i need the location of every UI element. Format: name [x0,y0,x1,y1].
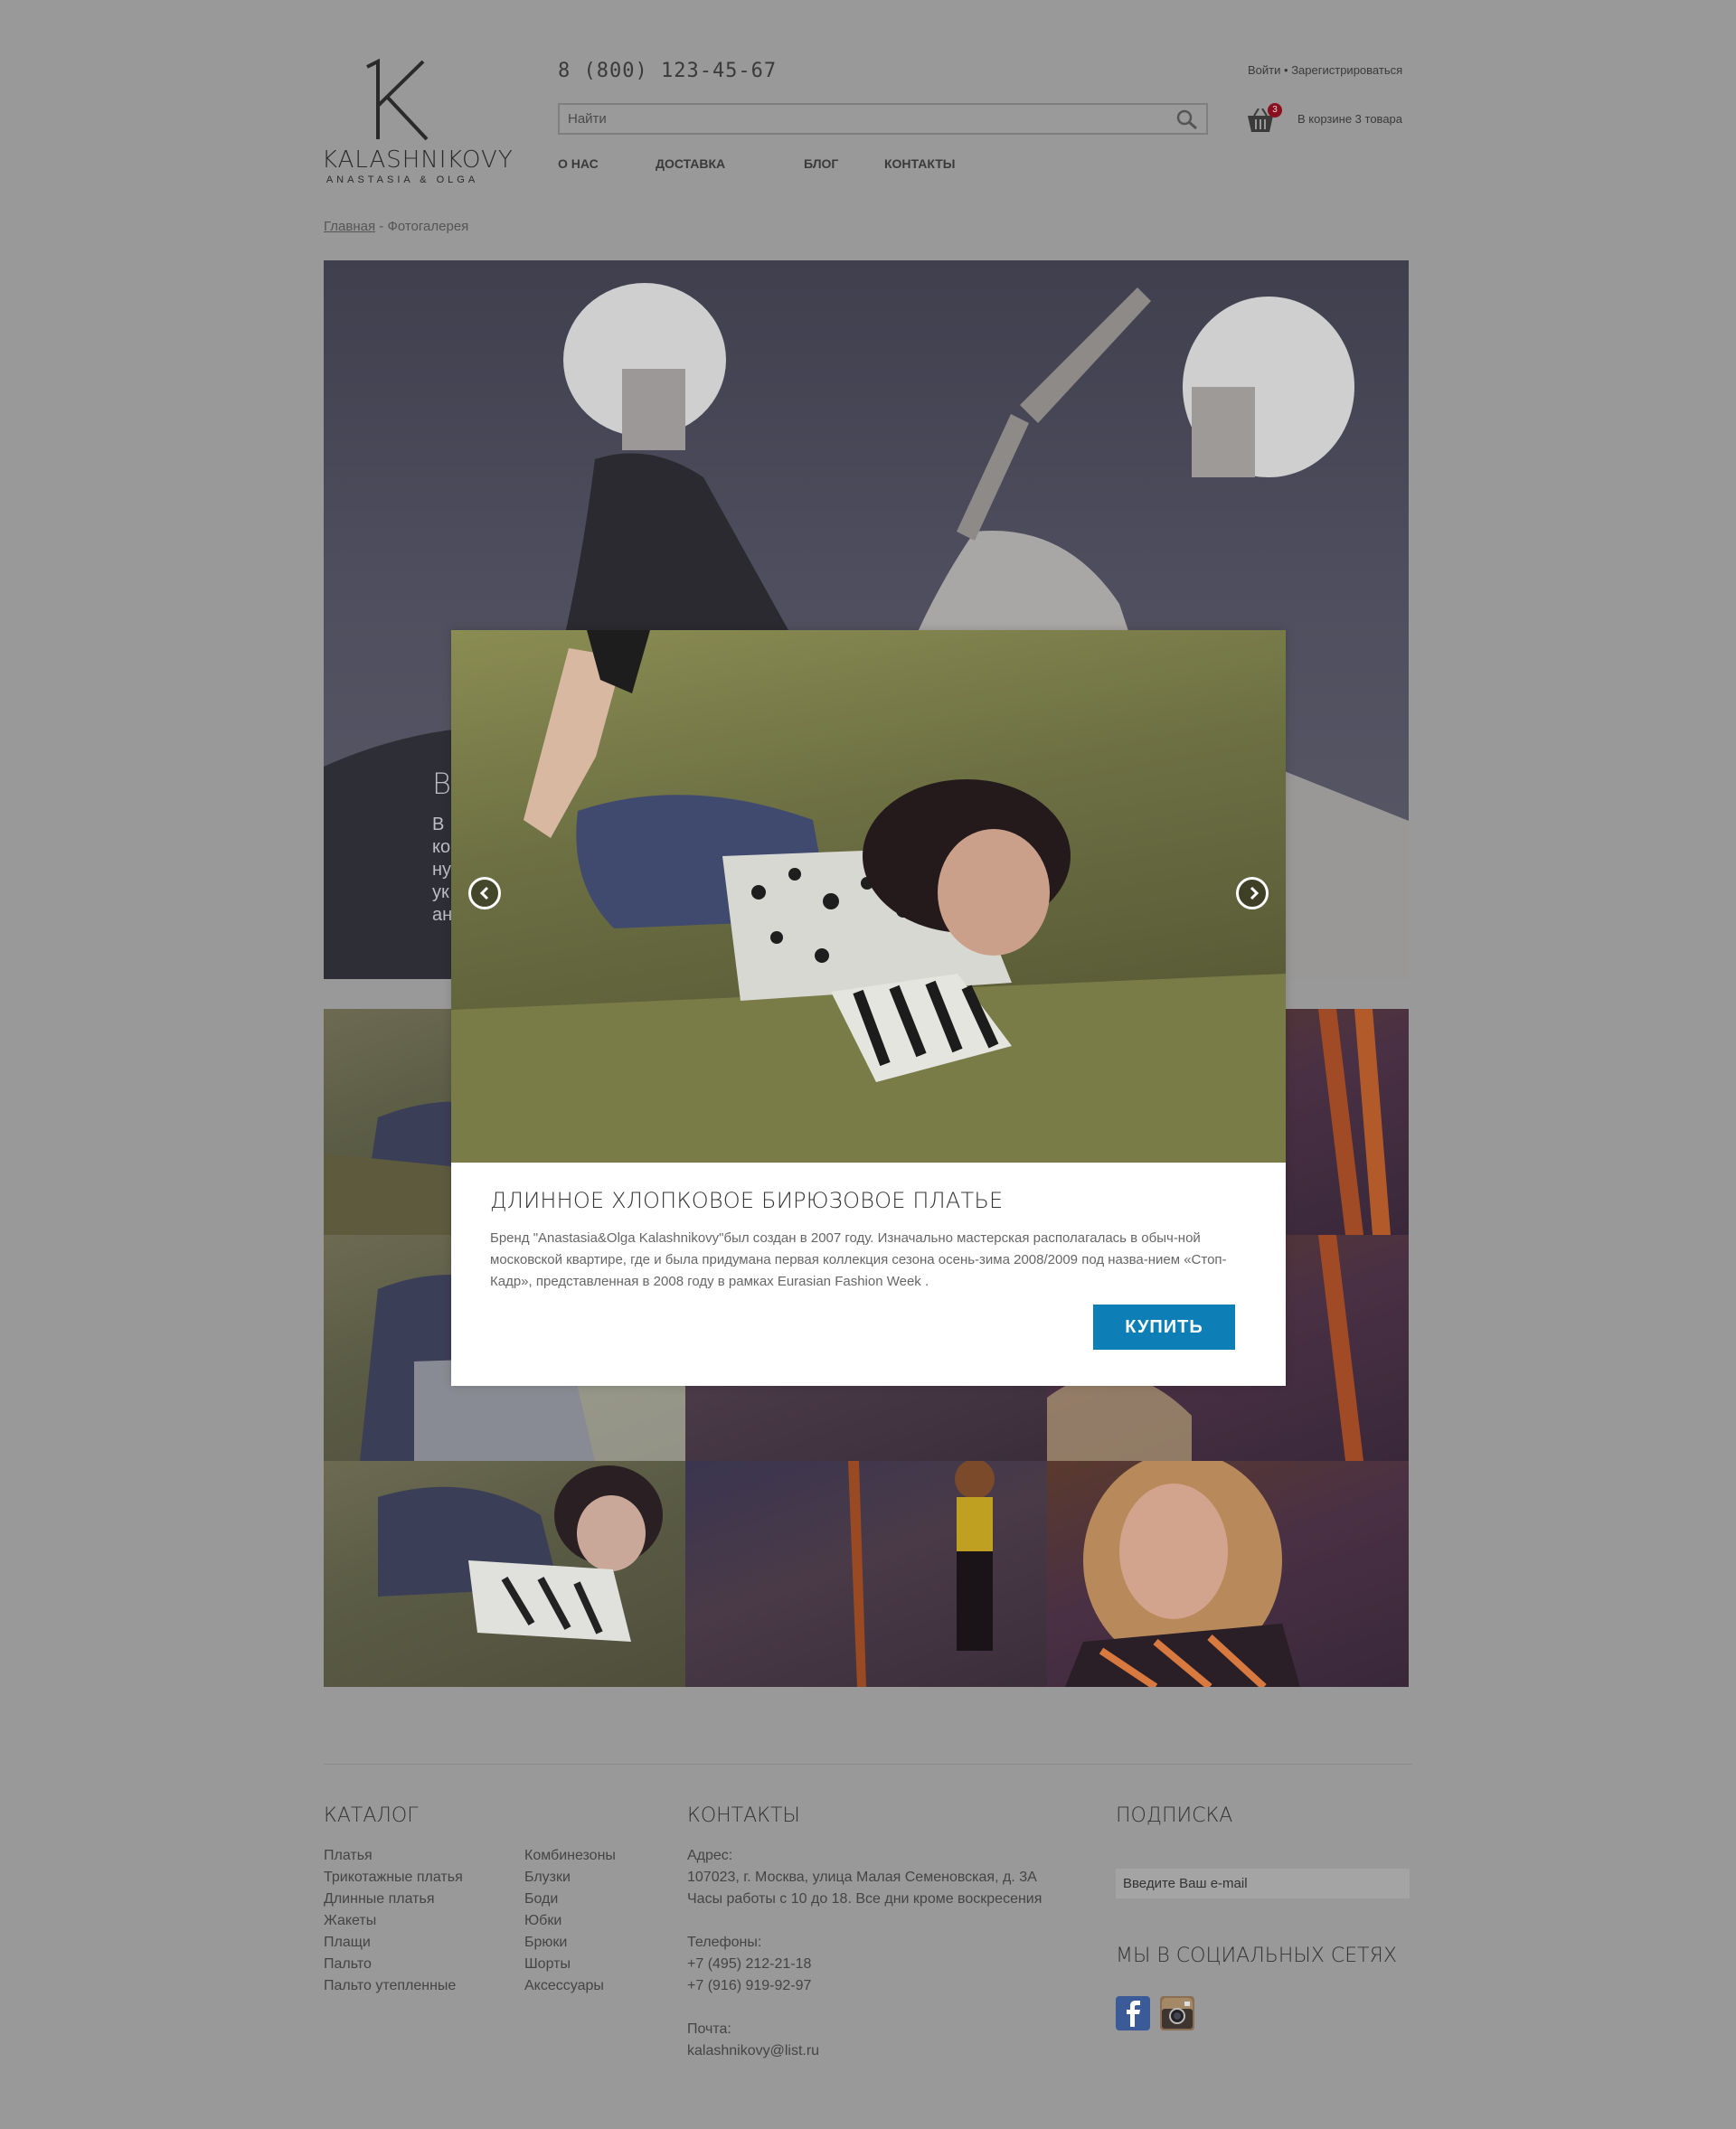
instagram-icon[interactable] [1160,1996,1194,2030]
gallery-thumbnail[interactable] [685,1461,1047,1687]
gallery-thumbnail[interactable] [324,1461,685,1687]
header-phone: 8 (800) 123-45-67 [558,60,778,82]
auth-separator: • [1284,63,1288,77]
contacts-block: Адрес: 107023, г. Москва, улица Малая Се… [687,1845,1042,2062]
nav-blog[interactable]: БЛОГ [804,156,838,171]
social-heading: МЫ В СОЦИАЛЬНЫХ СЕТЯХ [1116,1945,1397,1967]
hero-line: ко [432,837,451,857]
facebook-icon[interactable] [1116,1996,1150,2030]
next-arrow-icon[interactable] [1236,877,1269,909]
catalog-list-2: Комбинезоны Блузки Боди Юбки Брюки Шорты… [524,1845,616,1997]
search-input[interactable] [560,105,1156,133]
catalog-link[interactable]: Боди [524,1889,616,1910]
catalog-link[interactable]: Пальто [324,1954,463,1975]
hero-heading: В [432,767,451,801]
catalog-link[interactable]: Аксессуары [524,1975,616,1997]
register-link[interactable]: Зарегистрироваться [1291,63,1402,77]
subscribe-email-field [1116,1869,1410,1898]
modal-photo [451,630,1286,1163]
nav-delivery[interactable]: ДОСТАВКА [656,156,725,171]
mail-label: Почта: [687,2021,731,2037]
hero-line: ук [432,882,449,902]
hero-line: ну [432,860,452,880]
modal-title: ДЛИННОЕ ХЛОПКОВОЕ БИРЮЗОВОЕ ПЛАТЬЕ [490,1188,1004,1213]
address-label: Адрес: [687,1848,733,1863]
phone-number[interactable]: +7 (495) 212-21-18 [687,1954,1042,1975]
search-icon[interactable] [1175,108,1199,130]
address-line: 107023, г. Москва, улица Малая Семеновск… [687,1870,1037,1885]
breadcrumb-separator: - [379,219,384,234]
logo-subtitle: ANASTASIA & OLGA [326,174,479,185]
catalog-link[interactable]: Шорты [524,1954,616,1975]
logo-k-mark [366,58,429,141]
logo[interactable]: KALASHNIKOVY ANASTASIA & OLGA [322,56,514,192]
login-link[interactable]: Войти [1248,63,1280,77]
auth-links: Войти • Зарегистрироваться [1248,63,1402,77]
prev-arrow-icon[interactable] [468,877,501,909]
hero-text: В В ко ну ук ан [432,767,452,927]
catalog-link[interactable]: Жакеты [324,1910,463,1932]
footer-subscribe-heading: ПОДПИСКА [1116,1804,1233,1827]
catalog-link[interactable]: Комбинезоны [524,1845,616,1867]
hero-line: В [432,815,445,834]
buy-button[interactable]: КУПИТЬ [1093,1305,1235,1350]
catalog-link[interactable]: Брюки [524,1932,616,1954]
catalog-link[interactable]: Блузки [524,1867,616,1889]
breadcrumb: Главная - Фотогалерея [324,219,468,234]
breadcrumb-current: Фотогалерея [387,219,469,234]
catalog-list-1: Платья Трикотажные платья Длинные платья… [324,1845,463,1997]
cart-summary[interactable]: В корзине 3 товара [1297,112,1402,126]
modal-description: Бренд "Anastasia&Olga Kalashnikovy"был с… [490,1230,1227,1289]
mail-link[interactable]: kalashnikovy@list.ru [687,2040,1042,2062]
phones-label: Телефоны: [687,1935,762,1950]
catalog-link[interactable]: Плащи [324,1932,463,1954]
gallery-thumbnail[interactable] [1047,1461,1409,1687]
email-input[interactable] [1116,1869,1410,1898]
product-modal: ДЛИННОЕ ХЛОПКОВОЕ БИРЮЗОВОЕ ПЛАТЬЕ Бренд… [451,630,1286,1386]
catalog-link[interactable]: Платья [324,1845,463,1867]
catalog-link[interactable]: Длинные платья [324,1889,463,1910]
breadcrumb-home[interactable]: Главная [324,219,375,234]
logo-name: KALASHNIKOVY [322,146,514,174]
footer-divider [324,1764,1412,1765]
catalog-link[interactable]: Пальто утепленные [324,1975,463,1997]
nav-about[interactable]: О НАС [558,156,599,171]
footer-catalog-heading: КАТАЛОГ [324,1804,419,1827]
hours-line: Часы работы с 10 до 18. Все дни кроме во… [687,1891,1043,1907]
catalog-link[interactable]: Трикотажные платья [324,1867,463,1889]
cart-icon[interactable]: 3 [1246,103,1282,136]
cart-count-badge: 3 [1268,103,1282,118]
nav-contacts[interactable]: КОНТАКТЫ [884,156,955,171]
search-bar [558,103,1208,135]
hero-line: ан [432,905,453,925]
footer-contacts-heading: КОНТАКТЫ [687,1804,800,1827]
catalog-link[interactable]: Юбки [524,1910,616,1932]
phone-number[interactable]: +7 (916) 919-92-97 [687,1975,1042,1997]
